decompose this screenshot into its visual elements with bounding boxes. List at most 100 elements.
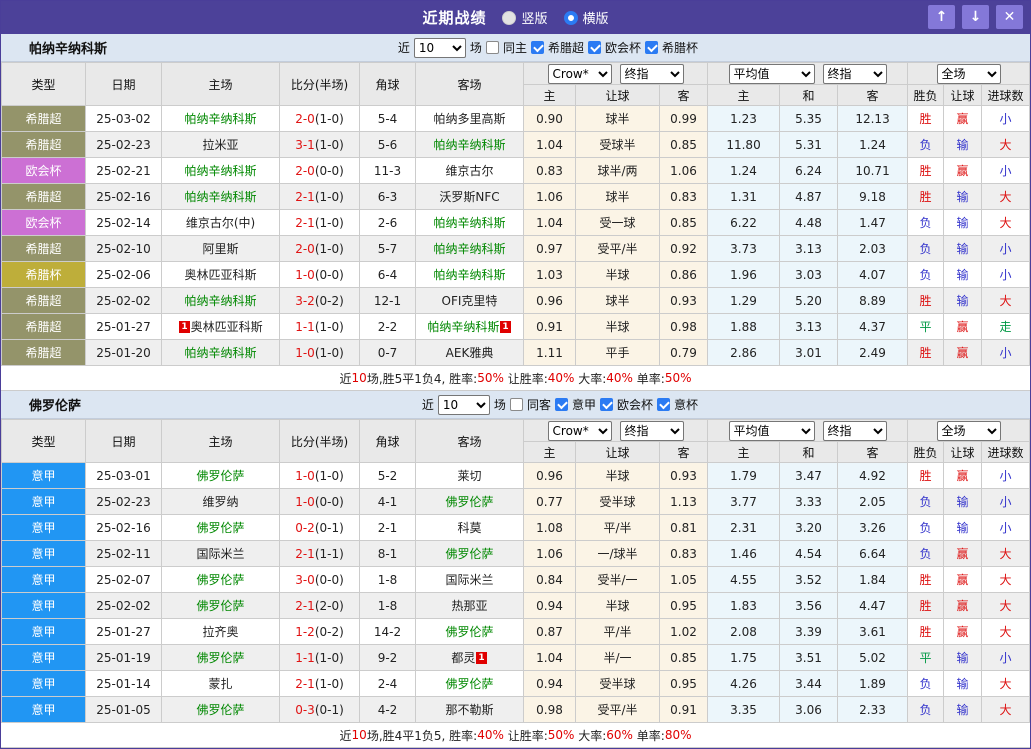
match-row: 意甲25-01-19佛罗伦萨1-1(1-0)9-2都灵11.04半/一0.851… [2,645,1030,671]
team-link[interactable]: 佛罗伦萨 [445,625,493,639]
team-link[interactable]: 国际米兰 [196,547,244,561]
close-button[interactable]: ✕ [996,5,1023,29]
team-link[interactable]: 佛罗伦萨 [196,469,244,483]
team-link[interactable]: 帕纳辛纳科斯 [433,242,505,256]
halftime-score: (0-2) [315,625,344,639]
team-link[interactable]: 帕纳辛纳科斯 [433,138,505,152]
team-link[interactable]: 佛罗伦萨 [445,677,493,691]
team-link[interactable]: AEK雅典 [446,346,494,360]
team-link[interactable]: 拉齐奥 [202,625,238,639]
home-team-cell: 佛罗伦萨 [162,463,280,489]
team-link[interactable]: 帕纳辛纳科斯 [184,164,256,178]
odds-source-select[interactable]: Crow* [548,421,612,441]
league-checkbox[interactable] [600,398,613,411]
layout-radio-horizontal[interactable]: 横版 [564,8,609,27]
full-match-select[interactable]: 全场 [937,64,1001,84]
team-link[interactable]: 帕纳辛纳科斯 [433,268,505,282]
fulltime-score: 2-1 [295,216,315,230]
team-link[interactable]: 奥林匹亚科斯 [184,268,256,282]
scroll-down-button[interactable]: ↓ [962,5,989,29]
score-cell: 0-3(0-1) [280,697,360,723]
avg-odds-select[interactable]: 平均值 [729,421,815,441]
team-link[interactable]: 维京古尔(中) [186,216,255,230]
league-checkbox[interactable] [657,398,670,411]
match-row: 欧会杯25-02-21帕纳辛纳科斯2-0(0-0)11-3维京古尔0.83球半/… [2,158,1030,184]
col-date: 日期 [86,420,162,463]
team-link[interactable]: 帕纳辛纳科斯 [184,190,256,204]
filter-bar: 近 10 场 同主 希腊超 欧会杯 希腊杯 [398,38,698,58]
col-odds-away: 客 [660,85,708,106]
final-odds-select[interactable]: 终指 [620,421,684,441]
team-link[interactable]: 沃罗斯NFC [439,190,499,204]
radio-icon [502,11,516,25]
team-link[interactable]: 科莫 [457,521,481,535]
team-link[interactable]: 佛罗伦萨 [445,495,493,509]
team-link[interactable]: 莱切 [457,469,481,483]
result-wdl-cell: 负 [908,541,944,567]
league-checkbox[interactable] [588,41,601,54]
same-venue-checkbox[interactable] [510,398,523,411]
odds-dropdown-group: Crow* 终指 [524,420,708,442]
team-link[interactable]: 维京古尔 [445,164,493,178]
team-link[interactable]: 那不勒斯 [445,703,493,717]
final-odds-select[interactable]: 终指 [823,421,887,441]
result-goals-cell: 小 [982,236,1030,262]
down-arrow-icon: ↓ [970,9,982,25]
team-link[interactable]: 拉米亚 [202,138,238,152]
league-checkbox[interactable] [531,41,544,54]
odds-source-select[interactable]: Crow* [548,64,612,84]
team-link[interactable]: 佛罗伦萨 [196,599,244,613]
result-wdl-cell: 胜 [908,593,944,619]
score-cell: 3-2(0-2) [280,288,360,314]
team-link[interactable]: 国际米兰 [445,573,493,587]
corner-cell: 2-2 [360,314,416,340]
full-match-select[interactable]: 全场 [937,421,1001,441]
recent-results-panel: 近期战绩 竖版 横版 ↑ ↓ ✕ 帕纳辛纳科斯 近 [0,0,1031,749]
team-link[interactable]: 都灵 [451,651,475,665]
avg-odds-select[interactable]: 平均值 [729,64,815,84]
team-link[interactable]: 帕纳多里高斯 [433,112,505,126]
col-result-goals: 进球数 [982,442,1030,463]
recent-count-select[interactable]: 10 [438,395,490,415]
avg-away-cell: 4.07 [838,262,908,288]
away-team-cell: 帕纳辛纳科斯1 [416,314,524,340]
team-link[interactable]: 帕纳辛纳科斯 [427,320,499,334]
league-cell: 希腊杯 [2,262,86,288]
summary-segment: 单率: [633,370,665,387]
fulltime-score: 3-1 [295,138,315,152]
team-link[interactable]: 佛罗伦萨 [196,573,244,587]
corner-cell: 2-1 [360,515,416,541]
team-link[interactable]: 维罗纳 [202,495,238,509]
team-link[interactable]: 帕纳辛纳科斯 [433,216,505,230]
team-link[interactable]: 佛罗伦萨 [196,703,244,717]
avg-draw-cell: 3.52 [780,567,838,593]
odds-home-cell: 1.04 [524,132,576,158]
team-link[interactable]: 蒙扎 [208,677,232,691]
final-odds-select[interactable]: 终指 [823,64,887,84]
team-link[interactable]: 帕纳辛纳科斯 [184,346,256,360]
layout-radio-vertical[interactable]: 竖版 [502,8,547,27]
team-link[interactable]: 佛罗伦萨 [445,547,493,561]
odds-home-cell: 0.96 [524,288,576,314]
halftime-score: (0-0) [315,573,344,587]
team-link[interactable]: 帕纳辛纳科斯 [184,294,256,308]
away-team-cell: 佛罗伦萨 [416,541,524,567]
final-odds-select[interactable]: 终指 [620,64,684,84]
match-row: 意甲25-01-14蒙扎2-1(1-0)2-4佛罗伦萨0.94受半球0.954.… [2,671,1030,697]
recent-count-select[interactable]: 10 [414,38,466,58]
result-wdl-cell: 胜 [908,340,944,366]
scroll-up-button[interactable]: ↑ [928,5,955,29]
col-odds-away: 客 [660,442,708,463]
team-link[interactable]: 佛罗伦萨 [196,521,244,535]
team-link[interactable]: 帕纳辛纳科斯 [184,112,256,126]
team-link[interactable]: 佛罗伦萨 [196,651,244,665]
team-link[interactable]: 阿里斯 [202,242,238,256]
summary-segment: 近 [340,727,352,744]
team-link[interactable]: OFI克里特 [442,294,498,308]
same-venue-checkbox[interactable] [486,41,499,54]
team-link[interactable]: 奥林匹亚科斯 [191,320,263,334]
league-checkbox[interactable] [645,41,658,54]
team-link[interactable]: 热那亚 [451,599,487,613]
league-checkbox[interactable] [555,398,568,411]
result-wdl-cell: 负 [908,515,944,541]
